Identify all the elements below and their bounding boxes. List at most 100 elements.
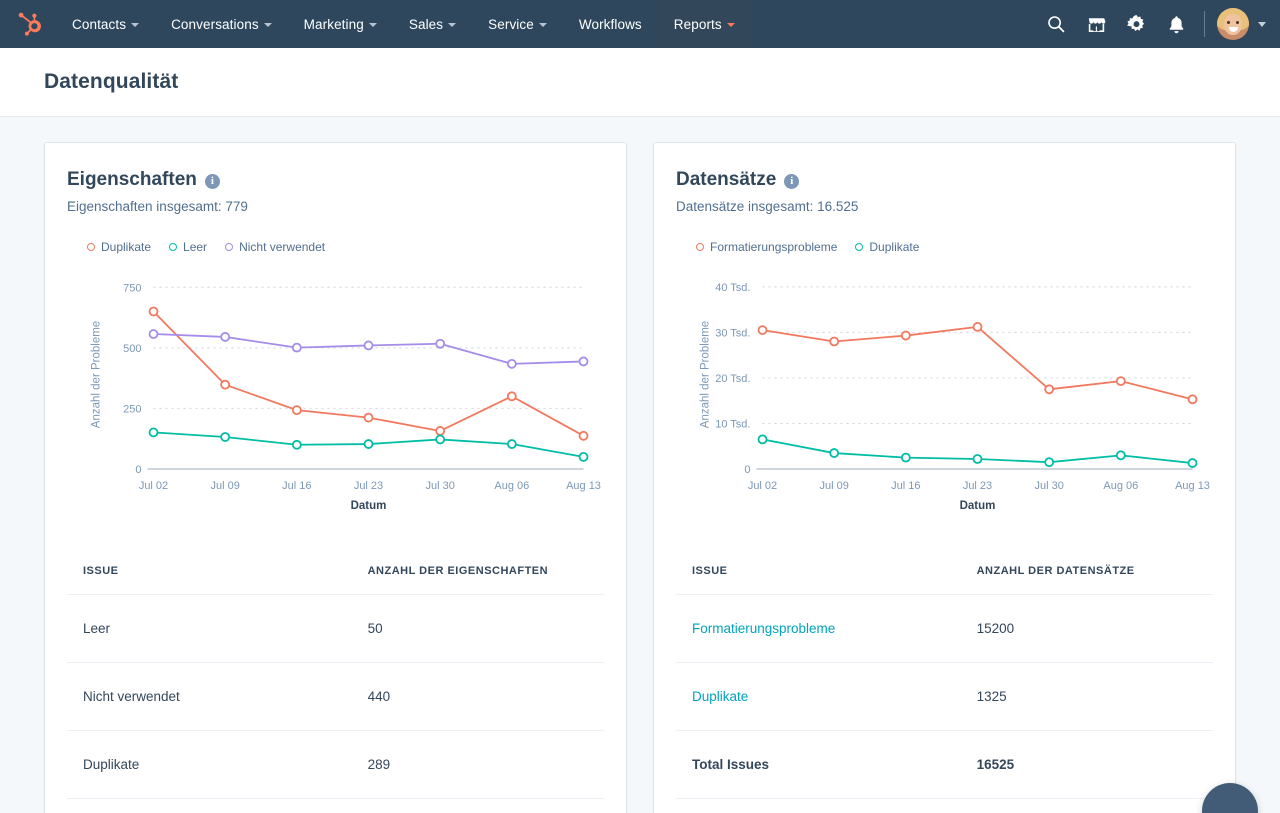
- nav-item-contacts[interactable]: Contacts: [56, 0, 155, 48]
- table-row: Nicht verwendet 440: [67, 663, 604, 731]
- data-point[interactable]: [1189, 459, 1197, 467]
- x-axis-tick-label: Jul 09: [819, 480, 848, 492]
- card-subtitle: Eigenschaften insgesamt: 779: [67, 199, 604, 214]
- legend-item-formatierungsprobleme[interactable]: Formatierungsprobleme: [696, 240, 837, 254]
- nav-item-workflows[interactable]: Workflows: [563, 0, 658, 48]
- data-point[interactable]: [221, 433, 229, 441]
- data-point[interactable]: [902, 332, 910, 340]
- data-point[interactable]: [974, 323, 982, 331]
- data-point[interactable]: [759, 435, 767, 443]
- data-point[interactable]: [974, 455, 982, 463]
- chevron-down-icon: [448, 23, 456, 27]
- data-point[interactable]: [293, 344, 301, 352]
- data-point[interactable]: [221, 333, 229, 341]
- data-point[interactable]: [508, 440, 516, 448]
- data-point[interactable]: [293, 441, 301, 449]
- nav-item-marketing[interactable]: Marketing: [288, 0, 393, 48]
- column-header-issue[interactable]: ISSUE: [67, 565, 352, 595]
- data-point[interactable]: [293, 406, 301, 414]
- table-row: Leer 50: [67, 595, 604, 663]
- column-header-issue[interactable]: ISSUE: [676, 565, 961, 595]
- nav-item-service[interactable]: Service: [472, 0, 563, 48]
- legend-item-nicht-verwendet[interactable]: Nicht verwendet: [225, 240, 325, 254]
- data-point[interactable]: [580, 453, 588, 461]
- table-row: Duplikate 1325: [676, 663, 1213, 731]
- data-point[interactable]: [150, 308, 158, 316]
- x-axis-title: Datum: [351, 500, 387, 512]
- cell-count: 440: [352, 663, 604, 731]
- issues-table-eigenschaften: ISSUE ANZAHL DER EIGENSCHAFTEN Leer 50 N…: [67, 565, 604, 799]
- cell-issue: Duplikate: [67, 731, 352, 799]
- cell-count: 50: [352, 595, 604, 663]
- chevron-down-icon: [539, 23, 547, 27]
- chevron-down-icon: [727, 23, 735, 27]
- line-chart-datensaetze[interactable]: 010 Tsd.20 Tsd.30 Tsd.40 Tsd.Anzahl der …: [676, 266, 1213, 521]
- legend-item-leer[interactable]: Leer: [169, 240, 207, 254]
- x-axis-tick-label: Jul 30: [1034, 480, 1063, 492]
- data-point[interactable]: [365, 440, 373, 448]
- data-point[interactable]: [436, 340, 444, 348]
- nav-item-label: Service: [488, 17, 534, 32]
- cell-issue: Nicht verwendet: [67, 663, 352, 731]
- table-header-row: ISSUE ANZAHL DER EIGENSCHAFTEN: [67, 565, 604, 595]
- data-point[interactable]: [759, 326, 767, 334]
- data-point[interactable]: [150, 330, 158, 338]
- data-point[interactable]: [580, 357, 588, 365]
- settings-gear-icon[interactable]: [1116, 0, 1156, 48]
- legend-item-duplikate[interactable]: Duplikate: [87, 240, 151, 254]
- chevron-down-icon: [264, 23, 272, 27]
- info-icon[interactable]: i: [205, 174, 220, 189]
- line-chart-eigenschaften[interactable]: 0250500750Anzahl der ProblemeJul 02Jul 0…: [67, 266, 604, 521]
- card-eigenschaften: Eigenschaften i Eigenschaften insgesamt:…: [44, 142, 627, 813]
- data-point[interactable]: [508, 392, 516, 400]
- data-point[interactable]: [221, 381, 229, 389]
- y-axis-tick-label: 40 Tsd.: [715, 282, 750, 294]
- data-point[interactable]: [580, 432, 588, 440]
- table-row: Formatierungsprobleme 15200: [676, 595, 1213, 663]
- avatar-eye-right: [1236, 21, 1239, 24]
- data-point[interactable]: [1117, 377, 1125, 385]
- data-point[interactable]: [830, 337, 838, 345]
- nav-item-conversations[interactable]: Conversations: [155, 0, 288, 48]
- y-axis-tick-label: 10 Tsd.: [715, 418, 750, 430]
- marketplace-icon[interactable]: [1076, 0, 1116, 48]
- data-point[interactable]: [365, 341, 373, 349]
- account-menu-chevron-down-icon[interactable]: [1258, 22, 1266, 27]
- info-icon[interactable]: i: [784, 174, 799, 189]
- table-row-total: Total Issues 16525: [676, 731, 1213, 799]
- data-point[interactable]: [1189, 395, 1197, 403]
- dashboard-content: Eigenschaften i Eigenschaften insgesamt:…: [0, 117, 1280, 813]
- x-axis-tick-label: Aug 06: [494, 480, 529, 492]
- nav-item-reports[interactable]: Reports: [658, 0, 751, 48]
- legend-label: Formatierungsprobleme: [710, 240, 837, 254]
- data-point[interactable]: [436, 427, 444, 435]
- y-axis-tick-label: 30 Tsd.: [715, 327, 750, 339]
- hubspot-logo[interactable]: [0, 0, 56, 48]
- data-point[interactable]: [1045, 458, 1053, 466]
- legend-item-duplikate[interactable]: Duplikate: [855, 240, 919, 254]
- cell-issue-link[interactable]: Duplikate: [676, 663, 961, 731]
- cell-issue-link[interactable]: Formatierungsprobleme: [676, 595, 961, 663]
- card-title: Eigenschaften: [67, 169, 197, 191]
- column-header-count[interactable]: ANZAHL DER EIGENSCHAFTEN: [352, 565, 604, 595]
- data-point[interactable]: [902, 454, 910, 462]
- top-navigation-bar: Contacts Conversations Marketing Sales S…: [0, 0, 1280, 48]
- y-axis-tick-label: 500: [123, 343, 141, 355]
- data-point[interactable]: [150, 428, 158, 436]
- x-axis-tick-label: Aug 06: [1103, 480, 1138, 492]
- nav-item-sales[interactable]: Sales: [393, 0, 472, 48]
- user-avatar[interactable]: [1217, 8, 1249, 40]
- search-icon[interactable]: [1036, 0, 1076, 48]
- cell-issue: Total Issues: [676, 731, 961, 799]
- data-point[interactable]: [1045, 385, 1053, 393]
- data-point[interactable]: [830, 449, 838, 457]
- data-point[interactable]: [1117, 451, 1125, 459]
- card-title-row: Datensätze i: [676, 169, 1213, 191]
- notifications-bell-icon[interactable]: [1156, 0, 1196, 48]
- page-title: Datenqualität: [44, 70, 178, 94]
- column-header-count[interactable]: ANZAHL DER DATENSÄTZE: [961, 565, 1213, 595]
- x-axis-tick-label: Aug 13: [1175, 480, 1210, 492]
- data-point[interactable]: [508, 360, 516, 368]
- data-point[interactable]: [365, 414, 373, 422]
- data-point[interactable]: [436, 435, 444, 443]
